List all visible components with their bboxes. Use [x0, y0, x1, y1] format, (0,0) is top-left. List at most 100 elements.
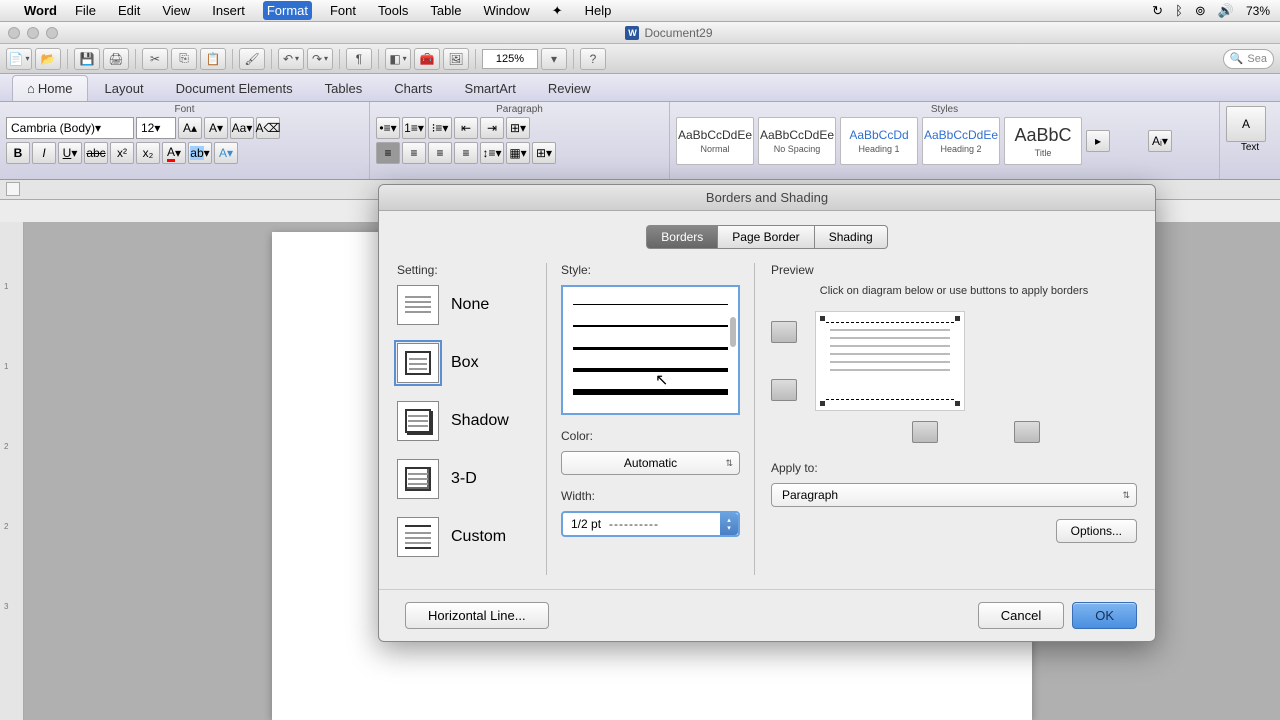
shading-button[interactable]: ▦▾ — [506, 142, 530, 164]
setting-shadow[interactable]: Shadow — [397, 401, 536, 441]
horizontal-line-button[interactable]: Horizontal Line... — [405, 602, 549, 629]
style-normal[interactable]: AaBbCcDdEeNormal — [676, 117, 754, 165]
menu-table[interactable]: Table — [426, 1, 465, 20]
style-no-spacing[interactable]: AaBbCcDdEeNo Spacing — [758, 117, 836, 165]
menu-insert[interactable]: Insert — [208, 1, 249, 20]
battery-percent[interactable]: 73% — [1246, 4, 1270, 18]
tab-smartart[interactable]: SmartArt — [450, 75, 531, 101]
style-heading-2[interactable]: AaBbCcDdEeHeading 2 — [922, 117, 1000, 165]
search-field[interactable]: 🔍 Sea — [1223, 49, 1274, 69]
tab-page-border[interactable]: Page Border — [718, 225, 814, 249]
styles-pane-button[interactable]: Aᵢ▾ — [1148, 130, 1172, 152]
save-button[interactable]: 💾 — [74, 48, 100, 70]
align-center-button[interactable]: ≡ — [402, 142, 426, 164]
highlight-button[interactable]: ab▾ — [188, 142, 212, 164]
text-direction-button[interactable]: ⊞▾ — [506, 117, 530, 139]
text-effects-button[interactable]: A▾ — [214, 142, 238, 164]
tab-selector[interactable] — [6, 182, 20, 196]
borders-button[interactable]: ⊞▾ — [532, 142, 556, 164]
font-size-select[interactable]: 12 ▾ — [136, 117, 176, 139]
minimize-window-button[interactable] — [27, 27, 39, 39]
menu-edit[interactable]: Edit — [114, 1, 144, 20]
border-preview-diagram[interactable] — [815, 311, 965, 411]
help-button[interactable]: ? — [580, 48, 606, 70]
top-border-button[interactable] — [771, 321, 797, 343]
media-browser-button[interactable]: 🖼 — [443, 48, 469, 70]
grow-font-button[interactable]: A▴ — [178, 117, 202, 139]
bold-button[interactable]: B — [6, 142, 30, 164]
zoom-dropdown-button[interactable]: ▾ — [541, 48, 567, 70]
paste-button[interactable]: 📋 — [200, 48, 226, 70]
bullets-button[interactable]: •≡▾ — [376, 117, 400, 139]
justify-button[interactable]: ≡ — [454, 142, 478, 164]
change-case-button[interactable]: Aa▾ — [230, 117, 254, 139]
menu-view[interactable]: View — [158, 1, 194, 20]
app-menu[interactable]: Word — [24, 3, 57, 18]
tab-tables[interactable]: Tables — [310, 75, 378, 101]
style-scrollbar[interactable] — [730, 317, 736, 347]
border-style-list[interactable] — [561, 285, 740, 415]
left-border-button[interactable] — [912, 421, 938, 443]
setting-3d[interactable]: 3-D — [397, 459, 536, 499]
bluetooth-icon[interactable]: ᛒ — [1175, 3, 1183, 18]
apply-to-select[interactable]: Paragraph — [771, 483, 1137, 507]
wifi-icon[interactable]: ⊚ — [1195, 3, 1206, 19]
ok-button[interactable]: OK — [1072, 602, 1137, 629]
style-title[interactable]: AaBbCTitle — [1004, 117, 1082, 165]
menu-window[interactable]: Window — [479, 1, 533, 20]
menu-file[interactable]: File — [71, 1, 100, 20]
print-button[interactable]: 🖨 — [103, 48, 129, 70]
cancel-button[interactable]: Cancel — [978, 602, 1064, 629]
underline-button[interactable]: U▾ — [58, 142, 82, 164]
sync-icon[interactable]: ↻ — [1152, 3, 1163, 19]
border-color-select[interactable]: Automatic — [561, 451, 740, 475]
border-width-select[interactable]: 1/2 pt---------- ▴▾ — [561, 511, 740, 537]
multilevel-button[interactable]: ⁝≡▾ — [428, 117, 452, 139]
shrink-font-button[interactable]: A▾ — [204, 117, 228, 139]
text-box-button[interactable]: A — [1226, 106, 1266, 142]
subscript-button[interactable]: x₂ — [136, 142, 160, 164]
tab-layout[interactable]: Layout — [90, 75, 159, 101]
superscript-button[interactable]: x² — [110, 142, 134, 164]
menu-format[interactable]: Format — [263, 1, 312, 20]
sidebar-toggle-button[interactable]: ◧ — [385, 48, 411, 70]
right-border-button[interactable] — [1014, 421, 1040, 443]
clear-formatting-button[interactable]: A⌫ — [256, 117, 280, 139]
setting-none[interactable]: None — [397, 285, 536, 325]
setting-box[interactable]: Box — [397, 343, 536, 383]
open-button[interactable]: 📂 — [35, 48, 61, 70]
numbering-button[interactable]: 1≡▾ — [402, 117, 426, 139]
new-doc-button[interactable]: 📄 — [6, 48, 32, 70]
cut-button[interactable]: ✂ — [142, 48, 168, 70]
show-formatting-button[interactable]: ¶ — [346, 48, 372, 70]
undo-button[interactable]: ↶ — [278, 48, 304, 70]
tab-borders[interactable]: Borders — [646, 225, 718, 249]
styles-more-button[interactable]: ▸ — [1086, 130, 1110, 152]
style-heading-1[interactable]: AaBbCcDdHeading 1 — [840, 117, 918, 165]
tab-home[interactable]: ⌂Home — [12, 75, 88, 101]
zoom-window-button[interactable] — [46, 27, 58, 39]
width-stepper[interactable]: ▴▾ — [720, 513, 738, 535]
script-menu-icon[interactable]: ✦ — [548, 1, 567, 21]
menu-help[interactable]: Help — [581, 1, 616, 20]
options-button[interactable]: Options... — [1056, 519, 1137, 543]
tab-document-elements[interactable]: Document Elements — [161, 75, 308, 101]
tab-charts[interactable]: Charts — [379, 75, 447, 101]
close-window-button[interactable] — [8, 27, 20, 39]
vertical-ruler[interactable]: 1 1 2 2 3 — [0, 222, 24, 720]
italic-button[interactable]: I — [32, 142, 56, 164]
menu-font[interactable]: Font — [326, 1, 360, 20]
align-left-button[interactable]: ≡ — [376, 142, 400, 164]
volume-icon[interactable]: 🔊 — [1218, 3, 1234, 19]
copy-button[interactable]: ⎘ — [171, 48, 197, 70]
tab-review[interactable]: Review — [533, 75, 606, 101]
zoom-select[interactable]: 125% — [482, 49, 538, 69]
tab-shading[interactable]: Shading — [815, 225, 888, 249]
increase-indent-button[interactable]: ⇥ — [480, 117, 504, 139]
toolbox-button[interactable]: 🧰 — [414, 48, 440, 70]
bottom-border-button[interactable] — [771, 379, 797, 401]
format-painter-button[interactable]: 🖌 — [239, 48, 265, 70]
menu-tools[interactable]: Tools — [374, 1, 412, 20]
decrease-indent-button[interactable]: ⇤ — [454, 117, 478, 139]
line-spacing-button[interactable]: ↕≡▾ — [480, 142, 504, 164]
